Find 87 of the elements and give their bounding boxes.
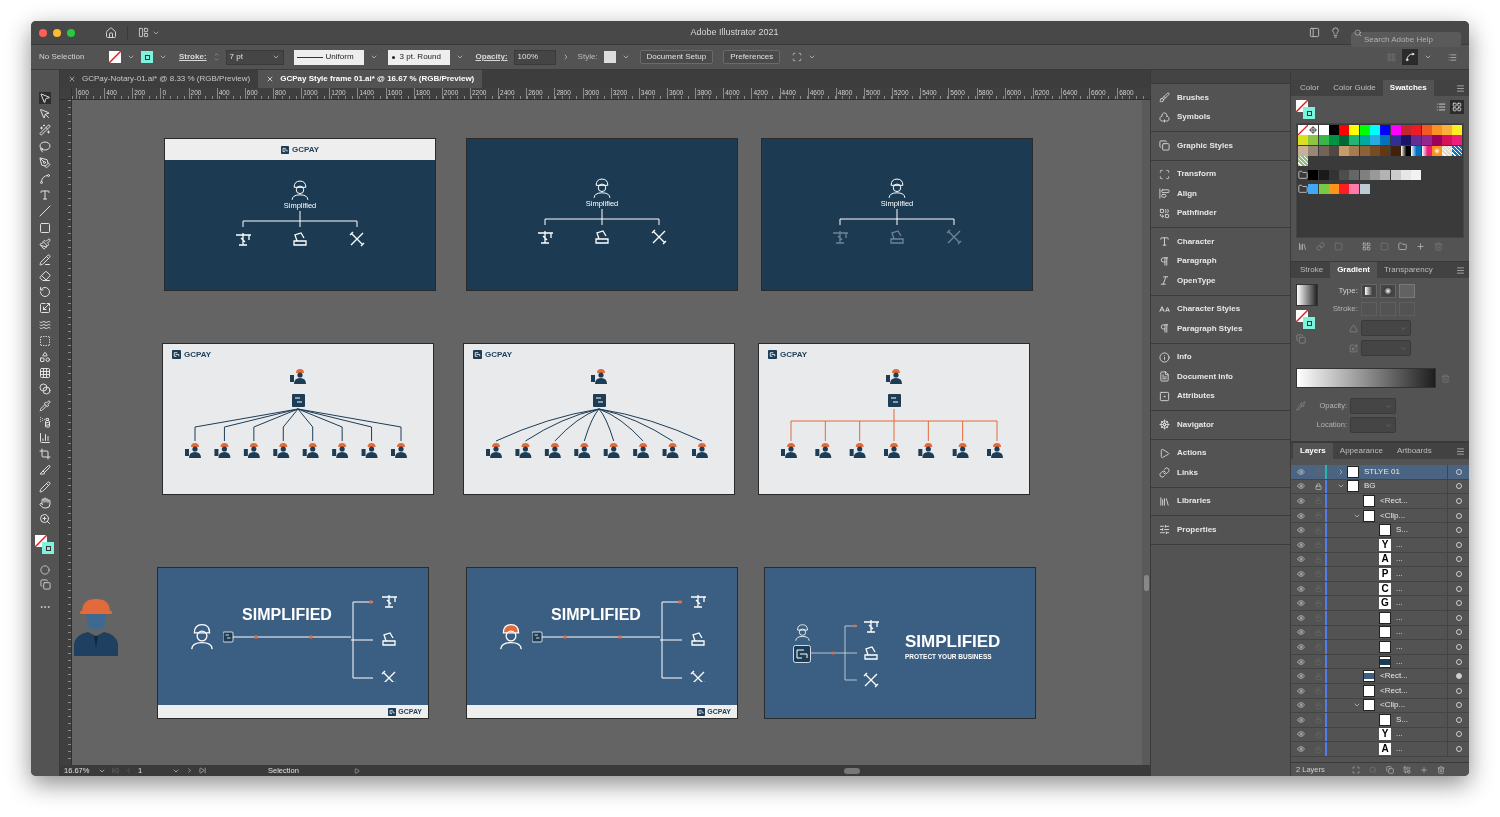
artboard-title: SIMPLIFIED	[551, 604, 641, 625]
panel-shortcut[interactable]: Paragraph	[1151, 251, 1290, 271]
layer-name[interactable]: ...	[1396, 626, 1403, 639]
layer-thumbnail: Y	[1379, 538, 1391, 551]
layer-name[interactable]: <Clip...	[1380, 699, 1406, 712]
layer-name[interactable]: STLYE 01	[1364, 465, 1400, 478]
layer-row[interactable]: S...	[1291, 713, 1469, 728]
panel-shortcut[interactable]: Pathfinder	[1151, 203, 1290, 223]
layer-row[interactable]: S...	[1291, 523, 1469, 538]
document-tab[interactable]: GCPay-Notary-01.ai* @ 8.33 % (RGB/Preview)	[60, 70, 259, 88]
selection-label: No Selection	[39, 51, 86, 63]
layer-row[interactable]: ...	[1291, 640, 1469, 655]
panel-tab[interactable]: Transparency	[1377, 262, 1440, 278]
layer-row[interactable]: G ...	[1291, 596, 1469, 611]
layer-row[interactable]: <Rect...	[1291, 494, 1469, 509]
panel-shortcut[interactable]: OpenType	[1151, 271, 1290, 291]
panel-shortcut[interactable]: Character	[1151, 232, 1290, 252]
brand-name: GCPAY	[485, 350, 513, 359]
layer-name[interactable]: ...	[1396, 611, 1403, 624]
document-tab[interactable]: GCPay Style frame 01.ai* @ 16.67 % (RGB/Preview)	[258, 70, 483, 88]
profile-dropdown[interactable]: Uniform	[293, 49, 364, 65]
artboard-title: SIMPLIFIED	[905, 631, 1001, 652]
panel-shortcut[interactable]: Symbols	[1151, 107, 1290, 127]
panel-shortcut[interactable]: Paragraph Styles	[1151, 319, 1290, 339]
panel-shortcut[interactable]: Navigator	[1151, 415, 1290, 435]
toolbar-button[interactable]: Document Setup	[639, 50, 714, 64]
layer-row[interactable]: A ...	[1291, 742, 1469, 757]
layer-name[interactable]: ...	[1396, 538, 1403, 551]
layer-name[interactable]: ...	[1396, 743, 1403, 756]
layer-name[interactable]: ...	[1396, 597, 1403, 610]
panel-shortcut[interactable]: Brushes	[1151, 88, 1290, 108]
opacity-field[interactable]: 100%	[513, 49, 556, 65]
layer-name[interactable]: <Rect...	[1380, 670, 1408, 683]
layer-name[interactable]: ...	[1396, 640, 1403, 653]
layer-name[interactable]: ...	[1396, 567, 1403, 580]
layer-name[interactable]: <Rect...	[1380, 684, 1408, 697]
layer-row[interactable]: <Rect...	[1291, 669, 1469, 684]
stroke-label[interactable]: Stroke:	[179, 51, 207, 63]
layer-thumbnail: A	[1379, 743, 1391, 756]
stroke-weight-field[interactable]: 7 pt	[225, 49, 284, 65]
panel-shortcut[interactable]: Align	[1151, 184, 1290, 204]
type-label: Type:	[1337, 285, 1358, 297]
layer-row[interactable]: P ...	[1291, 567, 1469, 582]
layer-name[interactable]: ...	[1396, 582, 1403, 595]
panel-tab[interactable]: Appearance	[1332, 443, 1390, 459]
panel-tab[interactable]: Artboards	[1389, 443, 1439, 459]
layer-name[interactable]: ...	[1396, 728, 1403, 741]
brand-name: GCPAY	[780, 350, 808, 359]
layer-name[interactable]: ...	[1396, 655, 1403, 668]
layer-row[interactable]: STLYE 01	[1291, 465, 1469, 480]
panel-shortcut[interactable]: Libraries	[1151, 491, 1290, 511]
panel-tab[interactable]: Layers	[1293, 443, 1333, 459]
panel-shortcut[interactable]: Attributes	[1151, 386, 1290, 406]
panel-shortcut[interactable]: Links	[1151, 463, 1290, 483]
panel-shortcut[interactable]: Info	[1151, 347, 1290, 367]
artboard-title: SIMPLIFIED	[242, 604, 332, 625]
toolbar-button[interactable]: Preferences	[723, 50, 781, 64]
panel-tab[interactable]: Stroke	[1293, 262, 1331, 278]
layer-name[interactable]: <Clip...	[1380, 509, 1406, 522]
panel-shortcut[interactable]: Actions	[1151, 443, 1290, 463]
panel-shortcut[interactable]: Character Styles	[1151, 299, 1290, 319]
panel-shortcut[interactable]: Transform	[1151, 164, 1290, 184]
window-title: Adobe Illustrator 2021	[690, 25, 779, 39]
layer-thumbnail: G	[1379, 597, 1391, 610]
panel-shortcut[interactable]: Document Info	[1151, 367, 1290, 387]
search-field[interactable]: Search Adobe Help	[1351, 32, 1461, 47]
layer-thumbnail: Y	[1379, 728, 1391, 741]
panel-tab[interactable]: Color Guide	[1326, 80, 1383, 96]
layer-name[interactable]: BG	[1364, 480, 1376, 493]
brand-name: GCPAY	[291, 145, 320, 154]
layer-name[interactable]: <Rect...	[1380, 495, 1408, 507]
panel-shortcut[interactable]: Graphic Styles	[1151, 136, 1290, 156]
brand-name: GCPAY	[184, 350, 212, 359]
layer-name[interactable]: S...	[1396, 524, 1408, 537]
layer-thumbnail: C	[1379, 582, 1391, 595]
stroke-label: Stroke:	[1331, 303, 1358, 315]
layer-name[interactable]: S...	[1396, 713, 1408, 726]
layer-name[interactable]: ...	[1396, 553, 1403, 566]
layer-thumbnail: P	[1379, 567, 1391, 580]
brush-dropdown[interactable]: 3 pt. Round	[387, 49, 450, 65]
style-label: Style:	[577, 51, 598, 63]
layer-thumbnail: A	[1379, 553, 1391, 566]
panel-shortcut[interactable]: Properties	[1151, 520, 1290, 540]
panel-tab[interactable]: Swatches	[1382, 80, 1434, 96]
panel-tab[interactable]: Color	[1293, 80, 1327, 96]
opacity-label[interactable]: Opacity:	[475, 51, 508, 63]
panel-tab[interactable]: Gradient	[1330, 262, 1378, 278]
